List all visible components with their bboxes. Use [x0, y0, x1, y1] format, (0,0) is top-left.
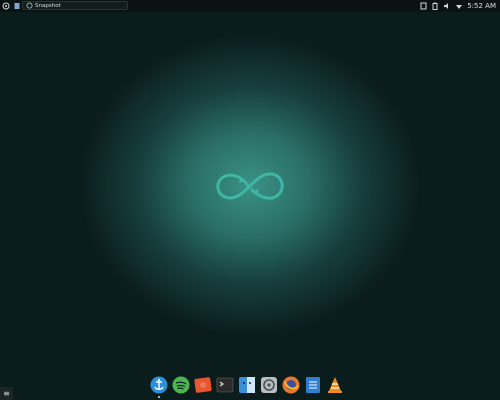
system-tray: 5:52 AM — [419, 1, 496, 11]
files-icon[interactable] — [13, 2, 21, 10]
snapshot-icon — [25, 2, 33, 10]
running-indicator — [158, 396, 160, 398]
notes-icon[interactable] — [304, 376, 322, 394]
taskbar-item-snapshot[interactable]: Snapshot — [22, 1, 128, 10]
finder-icon[interactable] — [238, 376, 256, 394]
terminal-icon[interactable] — [216, 376, 234, 394]
vlc-icon[interactable] — [326, 376, 344, 394]
settings-icon[interactable] — [260, 376, 278, 394]
infinity-logo — [216, 172, 284, 200]
anchor-app-icon[interactable] — [150, 376, 168, 398]
clipboard-icon[interactable] — [419, 2, 427, 10]
photo-editor-icon[interactable] — [194, 376, 212, 394]
firefox-icon[interactable] — [282, 376, 300, 394]
top-panel-left — [2, 1, 21, 11]
spotify-icon[interactable] — [172, 376, 190, 394]
battery-icon[interactable] — [431, 2, 439, 10]
wifi-icon[interactable] — [455, 2, 463, 10]
taskbar-item-label: Snapshot — [35, 2, 61, 9]
top-panel: Snapshot 5:52 AM — [0, 0, 500, 12]
clock[interactable]: 5:52 AM — [467, 2, 496, 10]
dock — [150, 376, 344, 398]
menu-button[interactable]: ≡ — [0, 387, 13, 400]
apps-menu-icon[interactable] — [2, 2, 10, 10]
volume-icon[interactable] — [443, 2, 451, 10]
